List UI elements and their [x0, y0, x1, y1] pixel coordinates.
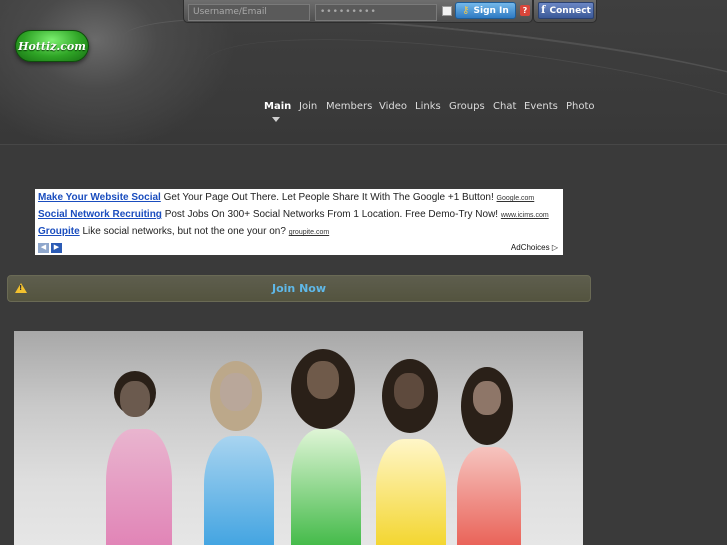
remember-checkbox[interactable]: [442, 6, 452, 16]
ad-item[interactable]: Make Your Website Social Get Your Page O…: [38, 192, 534, 203]
ad-url[interactable]: Google.com: [497, 195, 535, 202]
photo-figure: [439, 367, 539, 545]
nav-item-photo[interactable]: Photo: [566, 101, 595, 112]
ad-text: Post Jobs On 300+ Social Networks From 1…: [164, 209, 499, 220]
username-input[interactable]: Username/Email: [188, 4, 310, 21]
nav-item-main[interactable]: Main: [264, 101, 291, 112]
login-bar: Username/Email ••••••••• ⚷ Sign In ?: [183, 0, 533, 23]
nav-item-events[interactable]: Events: [524, 101, 558, 112]
adchoices-label: AdChoices: [510, 243, 550, 252]
nav-item-video[interactable]: Video: [379, 101, 407, 112]
facebook-connect-wrap: f Connect: [533, 0, 597, 23]
hero-photo: [14, 331, 583, 545]
nav-item-links[interactable]: Links: [415, 101, 441, 112]
nav-item-members[interactable]: Members: [326, 101, 372, 112]
ad-url[interactable]: groupite.com: [289, 229, 329, 236]
ad-next-icon[interactable]: ▶: [51, 243, 62, 253]
facebook-connect-button[interactable]: f Connect: [538, 2, 594, 19]
key-icon: ⚷: [462, 5, 470, 16]
join-now-link[interactable]: Join Now: [8, 282, 590, 295]
nav-item-chat[interactable]: Chat: [493, 101, 516, 112]
password-input[interactable]: •••••••••: [315, 4, 437, 21]
ad-title[interactable]: Social Network Recruiting: [38, 209, 162, 220]
adchoices-link[interactable]: AdChoices ▷: [511, 243, 558, 252]
nav-item-groups[interactable]: Groups: [449, 101, 485, 112]
ad-item[interactable]: Social Network Recruiting Post Jobs On 3…: [38, 209, 549, 220]
ad-url[interactable]: www.icims.com: [501, 212, 549, 219]
facebook-icon: f: [541, 5, 546, 16]
ad-title[interactable]: Groupite: [38, 226, 80, 237]
logo-text: Hottiz.com: [18, 39, 86, 53]
ad-prev-icon[interactable]: ◀: [38, 243, 49, 253]
ad-item[interactable]: Groupite Like social networks, but not t…: [38, 226, 329, 237]
ad-box: Make Your Website Social Get Your Page O…: [35, 189, 563, 255]
active-nav-caret-icon: [272, 117, 280, 122]
nav-item-join[interactable]: Join: [299, 101, 317, 112]
facebook-connect-label: Connect: [549, 5, 591, 16]
site-header: Hottiz.com Username/Email ••••••••• ⚷ Si…: [0, 0, 727, 145]
ad-text: Get Your Page Out There. Let People Shar…: [163, 192, 494, 203]
site-logo[interactable]: Hottiz.com: [15, 30, 89, 62]
ad-title[interactable]: Make Your Website Social: [38, 192, 161, 203]
adchoices-icon: ▷: [551, 243, 558, 252]
photo-figure: [84, 371, 194, 545]
sign-in-label: Sign In: [473, 5, 509, 16]
ad-text: Like social networks, but not the one yo…: [82, 226, 286, 237]
sign-in-button[interactable]: ⚷ Sign In: [455, 2, 516, 19]
main-nav: Main Join Members Video Links Groups Cha…: [0, 101, 727, 115]
join-now-bar: ! Join Now: [7, 275, 591, 302]
ad-pager: ◀ ▶: [38, 243, 62, 253]
help-button[interactable]: ?: [520, 5, 530, 16]
